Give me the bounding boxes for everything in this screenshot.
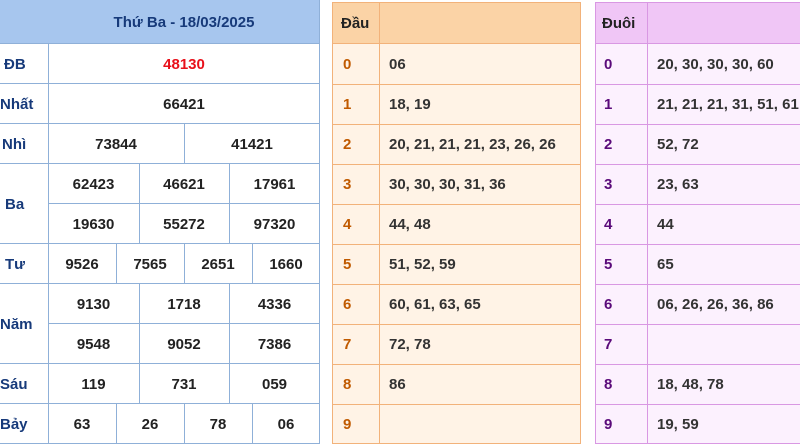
dau-values: 72, 78 bbox=[389, 336, 431, 353]
prize-value: 731 bbox=[171, 375, 197, 393]
duoi-header-label: Đuôi bbox=[602, 15, 636, 32]
prize-value: 19630 bbox=[72, 215, 115, 233]
prize-value: 41421 bbox=[231, 135, 273, 153]
prize-label-tu: Tư bbox=[5, 255, 26, 273]
duoi-values: 21, 21, 21, 31, 51, 61 bbox=[657, 96, 799, 113]
prize-label-ba: Ba bbox=[5, 195, 25, 213]
prize-value: 66421 bbox=[163, 95, 205, 113]
prize-value: 2651 bbox=[201, 255, 235, 273]
prize-value: 4336 bbox=[257, 295, 292, 313]
prize-value: 9548 bbox=[76, 335, 111, 353]
dau-values: 86 bbox=[389, 376, 406, 393]
duoi-digit: 1 bbox=[604, 96, 613, 113]
duoi-digit: 6 bbox=[604, 296, 613, 313]
prize-value: 9130 bbox=[76, 295, 111, 313]
dau-digit: 2 bbox=[343, 136, 352, 153]
prize-value: 78 bbox=[209, 415, 227, 433]
duoi-digit: 9 bbox=[604, 416, 613, 433]
dau-table: Đầu 0 06 1 18, 19 2 20, 21, 21, 21, 23, 26, 2… bbox=[332, 2, 581, 444]
prize-value: 63 bbox=[73, 415, 91, 433]
dau-values: 20, 21, 21, 21, 23, 26, 26 bbox=[389, 136, 556, 153]
duoi-digit: 3 bbox=[604, 176, 613, 193]
duoi-digit: 8 bbox=[604, 376, 613, 393]
prize-label-db: ĐB bbox=[4, 55, 26, 73]
dau-values: 18, 19 bbox=[389, 96, 431, 113]
dau-digit: 0 bbox=[343, 56, 352, 73]
dau-digit: 1 bbox=[343, 96, 352, 113]
prize-value: 73844 bbox=[95, 135, 137, 153]
duoi-values: 44 bbox=[657, 216, 674, 233]
prize-value: 059 bbox=[261, 375, 288, 393]
duoi-values: 06, 26, 26, 36, 86 bbox=[657, 296, 774, 313]
duoi-values: 20, 30, 30, 30, 60 bbox=[657, 56, 774, 73]
prize-label-bay: Bảy bbox=[0, 415, 28, 433]
prize-value: 9526 bbox=[65, 255, 99, 273]
prize-value: 46621 bbox=[163, 175, 205, 193]
dau-values: 44, 48 bbox=[389, 216, 431, 233]
duoi-values: 23, 63 bbox=[657, 176, 699, 193]
prize-value: 119 bbox=[81, 375, 106, 393]
duoi-table: Đuôi 0 20, 30, 30, 30, 60 1 21, 21, 21, 31,… bbox=[595, 2, 800, 444]
dau-values: 30, 30, 30, 31, 36 bbox=[389, 176, 506, 193]
prize-value: 06 bbox=[277, 415, 295, 433]
duoi-values: 52, 72 bbox=[657, 136, 699, 153]
dau-digit: 9 bbox=[343, 416, 352, 433]
duoi-values: 65 bbox=[657, 256, 674, 273]
dau-values: 06 bbox=[389, 56, 406, 73]
duoi-digit: 5 bbox=[604, 256, 613, 273]
duoi-digit: 0 bbox=[604, 56, 613, 73]
prize-label-nhi: Nhì bbox=[2, 135, 27, 153]
dau-digit: 3 bbox=[343, 176, 352, 193]
prize-value: 1660 bbox=[269, 255, 303, 273]
prize-value: 9052 bbox=[167, 335, 201, 353]
dau-digit: 8 bbox=[343, 376, 352, 393]
dau-values: 60, 61, 63, 65 bbox=[389, 296, 481, 313]
prize-value: 62423 bbox=[72, 175, 115, 193]
dau-digit: 6 bbox=[343, 296, 352, 313]
duoi-digit: 7 bbox=[604, 336, 613, 353]
prize-label-sau: Sáu bbox=[0, 375, 28, 393]
dau-header-label: Đầu bbox=[341, 15, 370, 32]
dau-digit: 5 bbox=[343, 256, 352, 273]
duoi-values: 18, 48, 78 bbox=[657, 376, 724, 393]
duoi-digit: 2 bbox=[604, 136, 613, 153]
prize-label-nam: Năm bbox=[0, 315, 33, 333]
prize-value: 1718 bbox=[167, 295, 201, 313]
duoi-values: 19, 59 bbox=[657, 416, 699, 433]
prize-value: 17961 bbox=[253, 175, 296, 193]
results-table: Thứ Ba - 18/03/2025 ĐB Nhất Nhì Ba Tư Nă… bbox=[0, 0, 320, 445]
dau-digit: 7 bbox=[343, 336, 352, 353]
results-date-title: Thứ Ba - 18/03/2025 bbox=[113, 13, 255, 31]
dau-digit: 4 bbox=[343, 216, 352, 233]
prize-value: 97320 bbox=[253, 215, 296, 233]
prize-value: 55272 bbox=[163, 215, 205, 233]
prize-value: 48130 bbox=[163, 55, 205, 73]
prize-value: 7565 bbox=[133, 255, 167, 273]
dau-values: 51, 52, 59 bbox=[389, 256, 456, 273]
prize-label-nhat: Nhất bbox=[0, 95, 34, 113]
prize-value: 26 bbox=[141, 415, 159, 433]
duoi-digit: 4 bbox=[604, 216, 613, 233]
prize-value: 7386 bbox=[257, 335, 292, 353]
